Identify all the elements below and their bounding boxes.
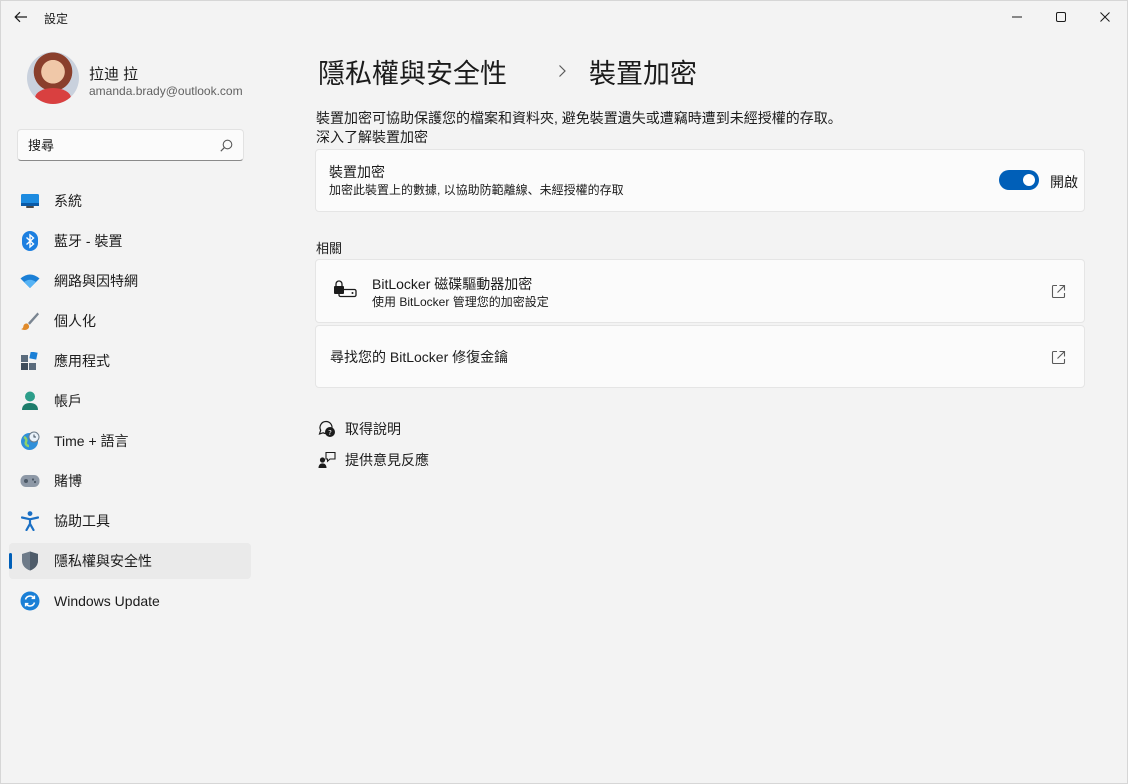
- feedback-icon: [318, 451, 336, 468]
- user-name: 拉迪 拉: [89, 66, 139, 83]
- sidebar-item-label: Time + 語言: [54, 433, 129, 449]
- bitlocker-subtitle: 使用 BitLocker 管理您的加密設定: [372, 295, 549, 309]
- sidebar-item-label: 網路與因特網: [54, 273, 138, 289]
- back-arrow-icon: [14, 11, 27, 23]
- settings-window: 設定 拉迪 拉 amanda.brady@outlook.com 系統: [0, 0, 1128, 784]
- recovery-key-title: 尋找您的 BitLocker 修復金鑰: [330, 349, 509, 365]
- system-icon: [20, 191, 40, 211]
- toggle-knob: [1023, 174, 1035, 186]
- gaming-icon: [20, 471, 40, 491]
- minimize-icon: [1012, 16, 1022, 18]
- sidebar-item-label: 應用程式: [54, 353, 110, 369]
- feedback-label: 提供意見反應: [345, 452, 429, 468]
- external-link-icon: [1051, 284, 1066, 299]
- sidebar-item-label: Windows Update: [54, 593, 160, 609]
- sidebar-item-label: 隱私權與安全性: [54, 553, 152, 569]
- avatar: [27, 52, 79, 104]
- sidebar-item-apps[interactable]: 應用程式: [9, 343, 251, 379]
- accessibility-icon: [20, 511, 40, 531]
- account-icon: [20, 391, 40, 411]
- device-encryption-title: 裝置加密: [329, 164, 385, 180]
- sidebar-item-privacy-security[interactable]: 隱私權與安全性: [9, 543, 251, 579]
- page-title: 裝置加密: [589, 58, 697, 89]
- time-language-icon: [20, 431, 40, 451]
- recovery-key-card[interactable]: 尋找您的 BitLocker 修復金鑰: [315, 325, 1085, 388]
- external-link-icon: [1051, 350, 1066, 365]
- breadcrumb-parent-link[interactable]: 隱私權與安全性: [318, 52, 507, 91]
- breadcrumb: 隱私權與安全性 裝置加密: [318, 53, 697, 89]
- page-description: 裝置加密可協助保護您的檔案和資料夾, 避免裝置遺失或遭竊時遭到未經授權的存取。: [316, 110, 842, 126]
- wifi-icon: [20, 271, 40, 291]
- search-input[interactable]: [28, 130, 218, 160]
- device-encryption-card: 裝置加密 加密此裝置上的數據, 以協助防範離線、未經授權的存取 開啟: [315, 149, 1085, 212]
- sidebar-item-label: 系統: [54, 193, 82, 209]
- bluetooth-icon: [20, 231, 40, 251]
- windows-update-icon: [20, 591, 40, 611]
- sidebar-item-personalization[interactable]: 個人化: [9, 303, 251, 339]
- user-email: amanda.brady@outlook.com: [89, 84, 243, 98]
- search-box[interactable]: [17, 129, 244, 161]
- sidebar-item-windows-update[interactable]: Windows Update: [9, 583, 251, 619]
- svg-text:?: ?: [328, 429, 332, 437]
- sidebar-nav: 系統 藍牙 - 裝置 網路與因特網 個人化 應用程式 帳戶 Time + 語言 …: [9, 183, 251, 623]
- sidebar-item-label: 帳戶: [54, 393, 82, 409]
- related-heading: 相關: [316, 241, 343, 256]
- sidebar-item-label: 協助工具: [54, 513, 110, 529]
- sidebar-item-bluetooth[interactable]: 藍牙 - 裝置: [9, 223, 251, 259]
- maximize-icon: [1056, 12, 1066, 22]
- shield-icon: [20, 551, 40, 571]
- sidebar-item-network[interactable]: 網路與因特網: [9, 263, 251, 299]
- search-icon[interactable]: [220, 139, 233, 152]
- close-button[interactable]: [1083, 1, 1127, 33]
- brush-icon: [20, 311, 40, 331]
- device-encryption-subtitle: 加密此裝置上的數據, 以協助防範離線、未經授權的存取: [329, 183, 624, 197]
- sidebar-item-gaming[interactable]: 賭博: [9, 463, 251, 499]
- close-icon: [1100, 12, 1110, 22]
- bitlocker-title: BitLocker 磁碟驅動器加密: [372, 276, 533, 292]
- feedback-link[interactable]: 提供意見反應: [318, 450, 429, 470]
- toggle-state-label: 開啟: [1050, 174, 1078, 190]
- app-title: 設定: [44, 12, 69, 26]
- sidebar-item-system[interactable]: 系統: [9, 183, 251, 219]
- sidebar-item-accessibility[interactable]: 協助工具: [9, 503, 251, 539]
- title-bar: 設定: [1, 1, 1127, 33]
- sidebar-item-label: 賭博: [54, 473, 82, 489]
- sidebar-item-label: 個人化: [54, 313, 96, 329]
- learn-more-link[interactable]: 深入了解裝置加密: [316, 127, 428, 147]
- apps-icon: [20, 351, 40, 371]
- device-encryption-toggle[interactable]: [999, 170, 1039, 190]
- sidebar-item-time-language[interactable]: Time + 語言: [9, 423, 251, 459]
- minimize-button[interactable]: [995, 1, 1039, 33]
- get-help-label: 取得說明: [345, 421, 401, 437]
- bitlocker-card[interactable]: BitLocker 磁碟驅動器加密 使用 BitLocker 管理您的加密設定: [315, 259, 1085, 323]
- maximize-button[interactable]: [1039, 1, 1083, 33]
- sidebar-item-label: 藍牙 - 裝置: [54, 233, 123, 249]
- drive-lock-icon: [334, 280, 357, 298]
- help-icon: ?: [318, 420, 335, 437]
- get-help-link[interactable]: ? 取得說明: [318, 419, 401, 439]
- sidebar-item-accounts[interactable]: 帳戶: [9, 383, 251, 419]
- chevron-right-icon: [559, 65, 566, 77]
- back-button[interactable]: [9, 6, 33, 28]
